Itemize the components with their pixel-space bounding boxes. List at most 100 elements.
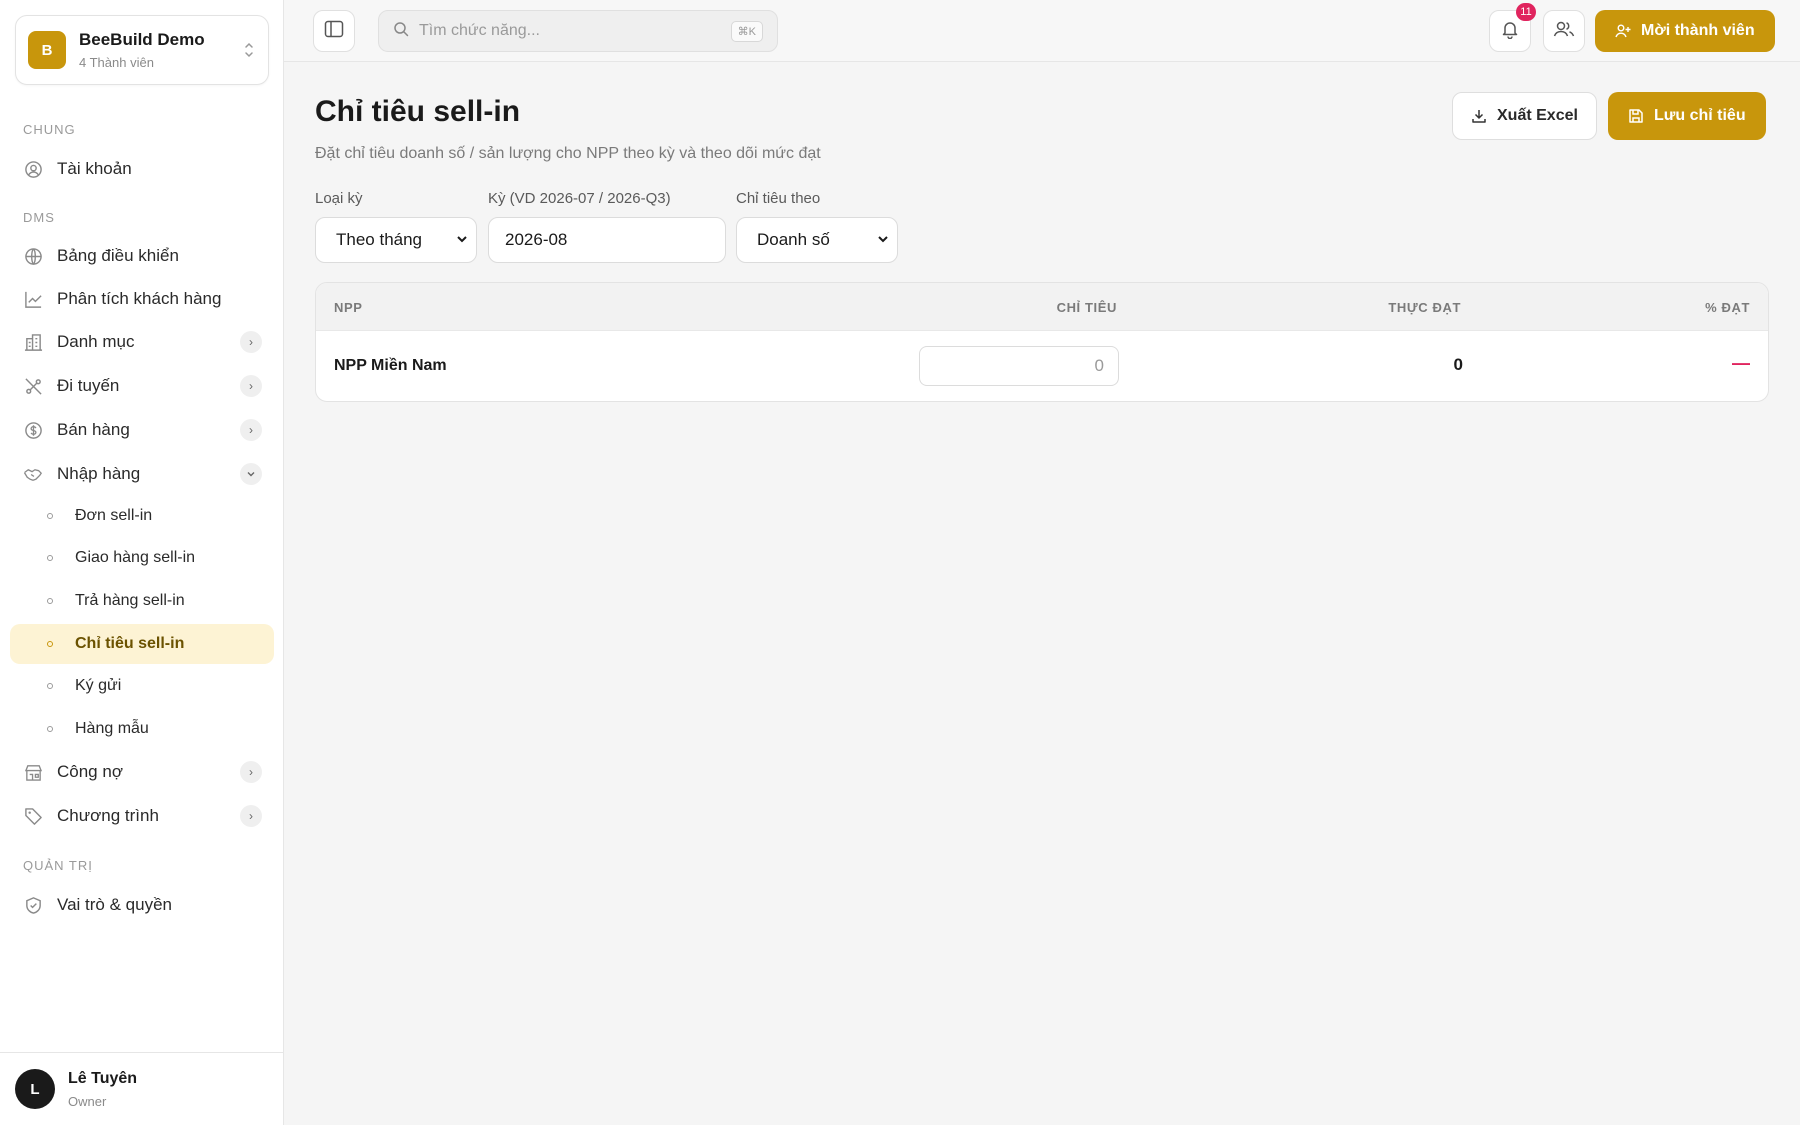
sidebar-item-label: Bán hàng xyxy=(57,420,130,439)
sidebar-panel-icon xyxy=(324,20,344,43)
bullet-icon xyxy=(47,513,53,519)
notification-badge: 11 xyxy=(1516,3,1536,21)
period-type-label: Loại kỳ xyxy=(315,190,363,207)
workspace-name: BeeBuild Demo xyxy=(79,30,205,49)
sidebar-subitem-samples[interactable]: Hàng mẫu xyxy=(10,709,274,749)
sidebar-item-label: Danh mục xyxy=(57,332,135,351)
sidebar-item-debt[interactable]: Công nợ › xyxy=(10,752,274,792)
export-excel-label: Xuất Excel xyxy=(1497,107,1578,124)
chevron-up-down-icon xyxy=(242,41,256,59)
sidebar-item-label: Vai trò & quyền xyxy=(57,895,172,914)
building-icon xyxy=(23,332,43,352)
save-targets-label: Lưu chỉ tiêu xyxy=(1654,107,1746,124)
sidebar-toggle-button[interactable] xyxy=(313,10,355,52)
sidebar-item-label: Công nợ xyxy=(57,762,123,781)
members-button[interactable] xyxy=(1543,10,1585,52)
invite-member-button[interactable]: Mời thành viên xyxy=(1595,10,1775,52)
chevron-right-icon[interactable]: › xyxy=(240,805,262,827)
chevron-right-icon[interactable]: › xyxy=(240,419,262,441)
search-bar[interactable]: ⌘K xyxy=(378,10,778,52)
sidebar-item-label: Chương trình xyxy=(57,806,159,825)
sidebar: B BeeBuild Demo 4 Thành viên CHUNG Tài k… xyxy=(0,0,284,1125)
workspace-member-count: 4 Thành viên xyxy=(79,55,154,70)
sidebar-item-roles[interactable]: Vai trò & quyền xyxy=(10,885,274,925)
chevron-right-icon[interactable]: › xyxy=(240,331,262,353)
user-name: Lê Tuyên xyxy=(68,1069,138,1087)
sidebar-subitem-sellin-targets[interactable]: Chỉ tiêu sell-in xyxy=(10,624,274,664)
bell-icon xyxy=(1500,19,1520,44)
sidebar-subitem-label: Chỉ tiêu sell-in xyxy=(75,635,185,652)
period-label: Kỳ (VD 2026-07 / 2026-Q3) xyxy=(488,190,671,207)
bullet-icon xyxy=(47,726,53,732)
tag-icon xyxy=(23,806,43,826)
dollar-icon xyxy=(23,420,43,440)
globe-icon xyxy=(23,246,43,266)
period-type-select-wrap: Theo tháng xyxy=(315,217,477,263)
sidebar-item-purchasing[interactable]: Nhập hàng xyxy=(10,454,274,494)
sidebar-item-dashboard[interactable]: Bảng điều khiển xyxy=(10,236,274,276)
sidebar-item-customer-analysis[interactable]: Phân tích khách hàng xyxy=(10,279,274,319)
user-profile[interactable]: L Lê Tuyên Owner xyxy=(0,1052,284,1125)
chart-line-icon xyxy=(23,289,43,309)
user-role: Owner xyxy=(68,1093,107,1109)
targets-table: NPP CHỈ TIÊU THỰC ĐẠT % ĐẠT NPP Miền Nam… xyxy=(315,282,1769,402)
download-icon xyxy=(1471,108,1487,124)
sidebar-subitem-label: Giao hàng sell-in xyxy=(75,549,196,566)
sidebar-item-sales[interactable]: Bán hàng › xyxy=(10,410,274,450)
sidebar-item-catalog[interactable]: Danh mục › xyxy=(10,322,274,362)
period-value: 2026-08 xyxy=(505,230,568,249)
handshake-icon xyxy=(23,464,43,484)
column-header-npp: NPP xyxy=(334,300,363,315)
bullet-icon xyxy=(47,555,53,561)
user-plus-icon xyxy=(1615,23,1631,39)
column-header-actual: THỰC ĐẠT xyxy=(1388,300,1461,315)
shield-icon xyxy=(23,895,43,915)
sidebar-item-label: Phân tích khách hàng xyxy=(57,289,222,308)
column-header-percent: % ĐẠT xyxy=(1705,300,1750,315)
sidebar-subitem-label: Ký gửi xyxy=(75,677,122,694)
page-title: Chỉ tiêu sell-in xyxy=(315,95,521,128)
users-icon xyxy=(1553,19,1575,44)
sidebar-item-routing[interactable]: Đi tuyến › xyxy=(10,366,274,406)
actual-value: 0 xyxy=(1453,355,1463,374)
shortcut-hint: ⌘K xyxy=(730,20,763,42)
notifications-button[interactable]: 11 xyxy=(1489,3,1536,52)
target-by-select[interactable]: Doanh số xyxy=(736,217,898,263)
period-type-value: Theo tháng xyxy=(336,230,423,249)
npp-name: NPP Miền Nam xyxy=(334,357,447,374)
search-input[interactable] xyxy=(419,22,731,40)
target-by-select-wrap: Doanh số xyxy=(736,217,898,263)
sidebar-item-account[interactable]: Tài khoản xyxy=(10,149,274,189)
target-by-value: Doanh số xyxy=(757,230,830,249)
save-icon xyxy=(1628,108,1644,124)
percent-value: — xyxy=(1732,353,1750,373)
bullet-icon xyxy=(47,641,53,647)
sidebar-subitem-sellin-delivery[interactable]: Giao hàng sell-in xyxy=(10,538,274,578)
sidebar-subitem-consignment[interactable]: Ký gửi xyxy=(10,666,274,706)
column-header-target: CHỈ TIÊU xyxy=(1056,300,1117,315)
sidebar-subitem-label: Trả hàng sell-in xyxy=(75,592,185,609)
target-by-label: Chỉ tiêu theo xyxy=(736,190,821,207)
chevron-down-icon[interactable] xyxy=(240,463,262,485)
workspace-switcher[interactable]: B BeeBuild Demo 4 Thành viên xyxy=(15,15,269,85)
sidebar-item-programs[interactable]: Chương trình › xyxy=(10,796,274,836)
period-type-select[interactable]: Theo tháng xyxy=(315,217,477,263)
invite-member-label: Mời thành viên xyxy=(1641,22,1755,39)
save-targets-button[interactable]: Lưu chỉ tiêu xyxy=(1608,92,1766,140)
sidebar-item-label: Đi tuyến xyxy=(57,376,120,395)
period-input[interactable]: 2026-08 xyxy=(488,217,726,263)
top-bar: ⌘K 11 Mời thành viên xyxy=(284,0,1800,62)
chevron-right-icon[interactable]: › xyxy=(240,761,262,783)
target-input[interactable] xyxy=(919,346,1119,386)
store-icon xyxy=(23,762,43,782)
sidebar-item-label: Nhập hàng xyxy=(57,464,141,483)
sidebar-subitem-label: Đơn sell-in xyxy=(75,507,153,524)
section-label-dms: DMS xyxy=(23,210,55,225)
bullet-icon xyxy=(47,598,53,604)
avatar: L xyxy=(15,1069,55,1109)
export-excel-button[interactable]: Xuất Excel xyxy=(1452,92,1597,140)
sidebar-subitem-sellin-orders[interactable]: Đơn sell-in xyxy=(10,496,274,536)
sidebar-subitem-sellin-returns[interactable]: Trả hàng sell-in xyxy=(10,581,274,621)
chevron-right-icon[interactable]: › xyxy=(240,375,262,397)
sidebar-item-label: Bảng điều khiển xyxy=(57,246,179,265)
